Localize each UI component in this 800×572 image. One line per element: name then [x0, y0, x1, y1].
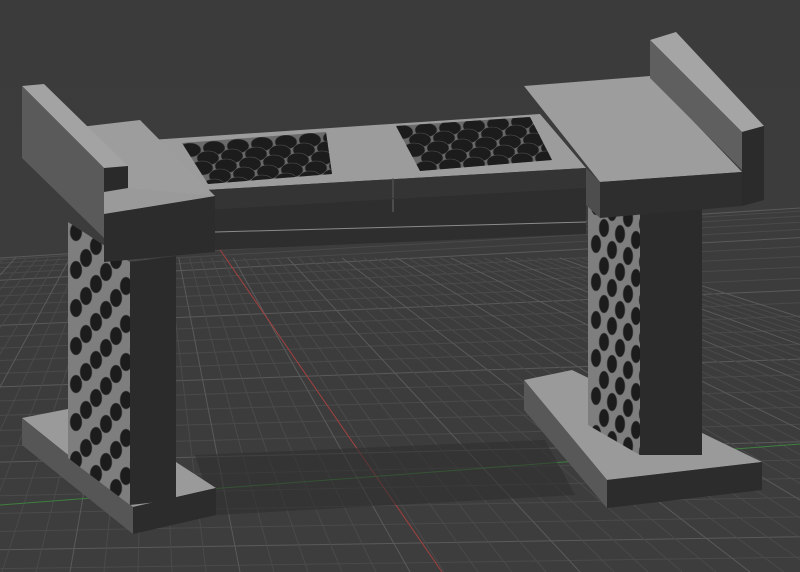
perforation-hole	[99, 262, 113, 282]
perforation-hole	[622, 398, 634, 418]
perforation-hole	[622, 284, 634, 304]
right-leg-front-column	[640, 208, 702, 455]
perforation-hole	[614, 262, 626, 282]
perforation-hole	[606, 316, 618, 336]
perforation-hole	[89, 388, 103, 408]
perforation-hole	[598, 370, 610, 390]
perforation-hole	[598, 332, 610, 352]
left-leg-front-column	[130, 256, 176, 505]
perforation-hole	[630, 382, 640, 402]
perforation-hole	[614, 300, 626, 320]
perforation-hole	[69, 412, 83, 432]
perforation-hole	[590, 310, 602, 330]
perforation-hole	[606, 354, 618, 374]
perforation-hole	[79, 248, 93, 268]
perforation-hole	[69, 260, 83, 280]
right-bracket-lip-front	[742, 126, 764, 206]
perforation-hole	[89, 274, 103, 294]
perforation-hole	[79, 286, 93, 306]
perforation-hole	[590, 272, 602, 292]
perforation-hole	[79, 400, 93, 420]
perforation-hole	[99, 414, 113, 434]
perforation-hole	[109, 440, 123, 460]
perforation-hole	[590, 234, 602, 254]
perforation-hole	[99, 452, 113, 472]
perforation-hole	[79, 362, 93, 382]
perforation-hole	[630, 268, 640, 288]
perforation-hole	[69, 298, 83, 318]
perforation-hole	[590, 348, 602, 368]
perforation-hole	[89, 312, 103, 332]
perforation-hole	[89, 350, 103, 370]
perforation-hole	[630, 230, 640, 250]
perforation-hole	[606, 240, 618, 260]
perforation-hole	[590, 386, 602, 406]
perforation-hole	[99, 338, 113, 358]
perforation-hole	[89, 426, 103, 446]
perforation-hole	[622, 360, 634, 380]
perforation-hole	[614, 338, 626, 358]
perforation-hole	[79, 324, 93, 344]
perforation-hole	[99, 300, 113, 320]
perforation-hole	[606, 278, 618, 298]
perforation-hole	[614, 376, 626, 396]
perforation-hole	[614, 414, 626, 434]
perforation-hole	[598, 408, 610, 428]
perforation-hole	[598, 294, 610, 314]
3d-viewport[interactable]	[0, 0, 800, 572]
viewport-scene[interactable]	[0, 0, 800, 572]
perforation-hole	[630, 306, 640, 326]
perforation-hole	[614, 224, 626, 244]
perforation-hole	[109, 402, 123, 422]
perforation-hole	[598, 256, 610, 276]
perforation-hole	[622, 322, 634, 342]
perforation-hole	[99, 376, 113, 396]
perforation-hole	[69, 336, 83, 356]
perforation-hole	[69, 374, 83, 394]
perforation-hole	[109, 288, 123, 308]
perforation-hole	[630, 344, 640, 364]
perforation-hole	[622, 246, 634, 266]
perforation-hole	[79, 438, 93, 458]
perforation-hole	[606, 392, 618, 412]
perforation-hole	[598, 218, 610, 238]
perforation-hole	[109, 326, 123, 346]
perforation-hole	[630, 420, 640, 440]
perforation-hole	[109, 364, 123, 384]
